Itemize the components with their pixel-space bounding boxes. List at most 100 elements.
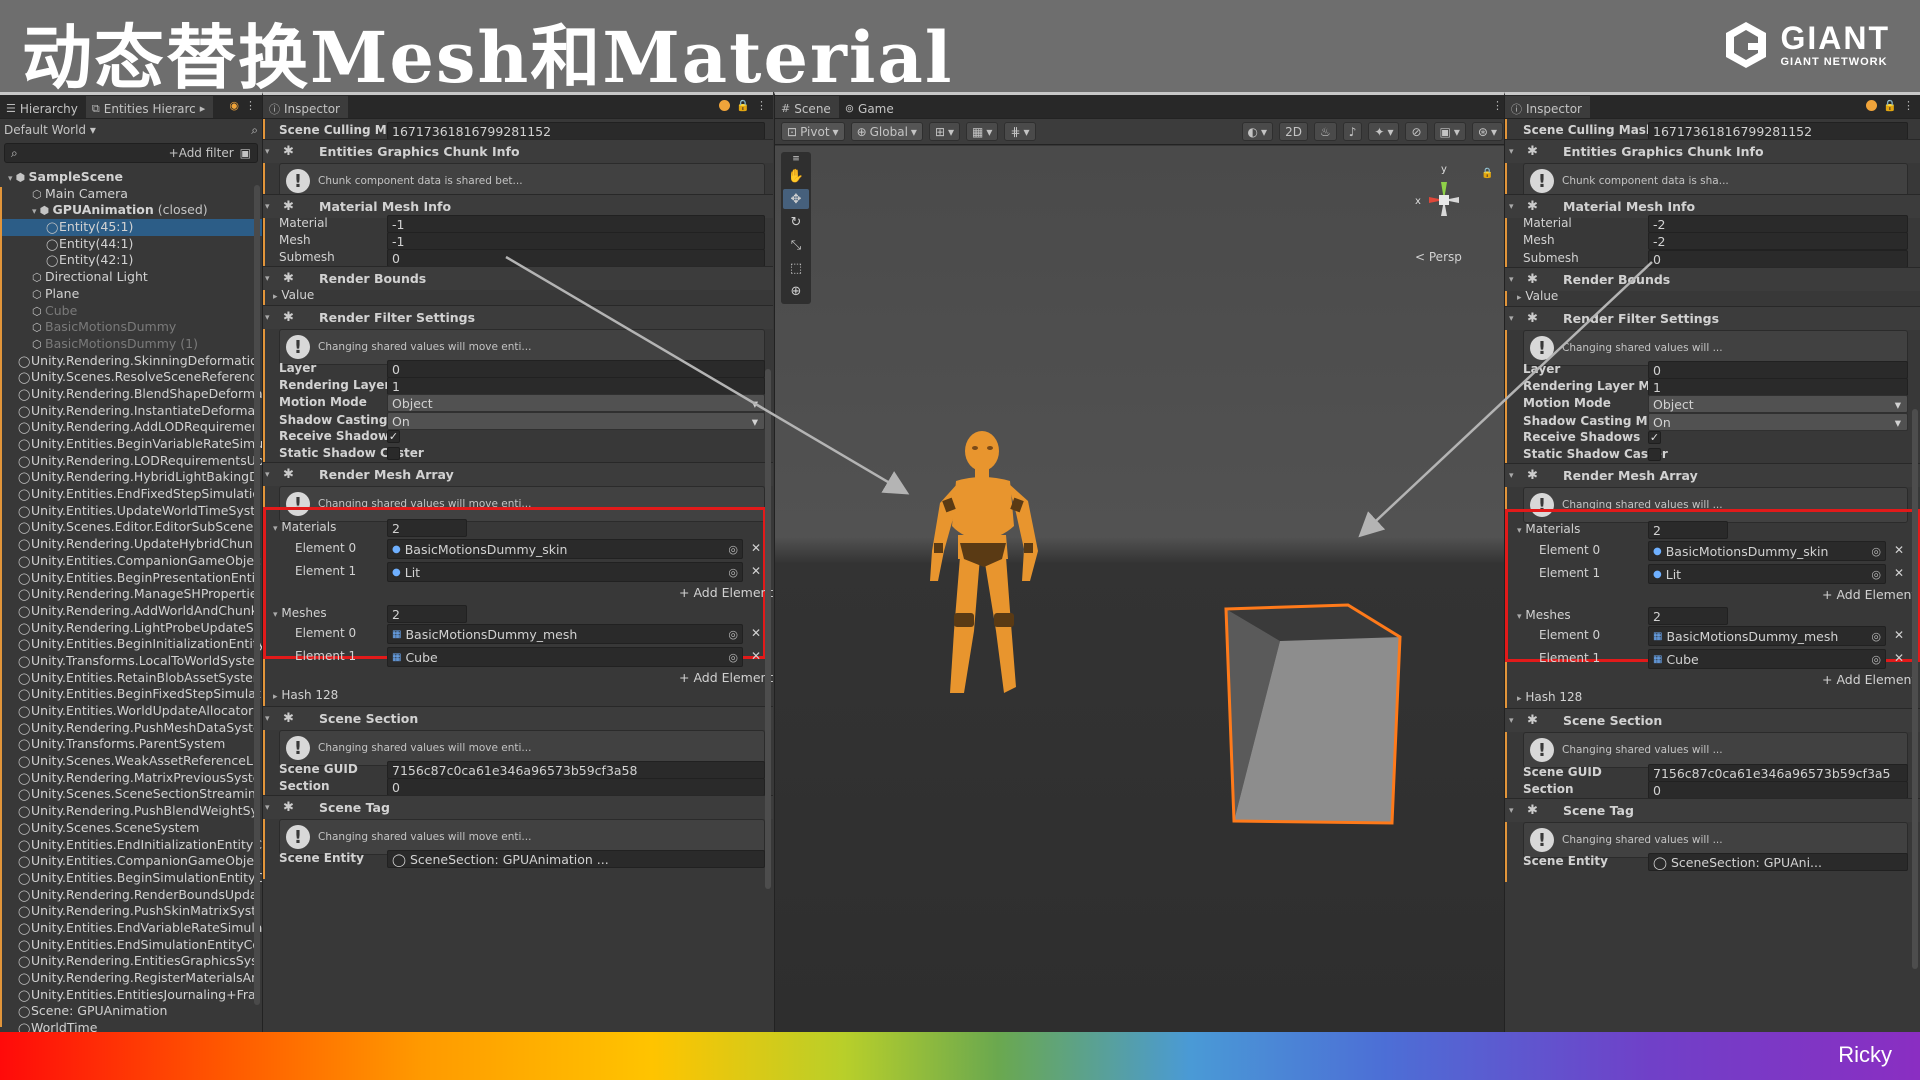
hierarchy-item[interactable]: ◯Unity.Rendering.HybridLightBakingD (0, 469, 262, 486)
hierarchy-item[interactable]: ◯Unity.Entities.CompanionGameObjec (0, 553, 262, 570)
hierarchy-item[interactable]: ◯Unity.Rendering.LODRequirementsUp (0, 453, 262, 470)
remove-element-icon[interactable]: ✕ (751, 626, 761, 640)
scene-section-section[interactable]: ▾ ✱ Scene Section (1505, 708, 1920, 732)
chunk-info-section[interactable]: ▾ ✱ Entities Graphics Chunk Info (263, 139, 773, 163)
audio-toggle[interactable]: ♪ (1342, 122, 1363, 141)
hierarchy-item[interactable]: ◯Unity.Entities.BeginFixedStepSimulat (0, 686, 262, 703)
hierarchy-item[interactable]: ◯Unity.Entities.CompanionGameObjec (0, 853, 262, 870)
expand-arrow-icon[interactable]: ▾ (32, 207, 37, 217)
hierarchy-item[interactable]: ◯Unity.Rendering.MatrixPreviousSyste (0, 770, 262, 787)
materials-foldout[interactable]: ▾ Materials (1517, 522, 1580, 536)
render-filter-section[interactable]: ▾ ✱ Render Filter Settings (1505, 306, 1920, 330)
tab-game[interactable]: ⊚ Game (839, 96, 902, 118)
inspector-scrollbar[interactable] (1912, 409, 1918, 969)
render-bounds-section[interactable]: ▾ ✱ Render Bounds (1505, 267, 1920, 291)
remove-element-icon[interactable]: ✕ (1894, 543, 1904, 557)
material-element-1-field[interactable]: ● Lit ◎ (1648, 564, 1886, 584)
material-element-0-field[interactable]: ● BasicMotionsDummy_skin ◎ (387, 539, 743, 559)
tab-hierarchy[interactable]: ☰ Hierarchy (0, 96, 86, 118)
hierarchy-item[interactable]: ◯Unity.Entities.BeginSimulationEntityC (0, 870, 262, 887)
remove-element-icon[interactable]: ✕ (751, 541, 761, 555)
hierarchy-item[interactable]: ◯Unity.Transforms.LocalToWorldSyste (0, 653, 262, 670)
render-filter-section[interactable]: ▾ ✱ Render Filter Settings (263, 305, 773, 329)
materials-count-field[interactable]: 2 (387, 519, 467, 537)
remove-element-icon[interactable]: ✕ (1894, 566, 1904, 580)
scale-tool-icon[interactable]: ⤡ (783, 235, 809, 255)
hierarchy-item[interactable]: ◯Unity.Rendering.RegisterMaterialsAn (0, 970, 262, 987)
mesh-field[interactable]: -2 (1648, 232, 1908, 250)
hierarchy-item[interactable]: ◯Unity.Entities.EntitiesJournaling+Frai (0, 987, 262, 1004)
hierarchy-item[interactable]: ◯Unity.Rendering.ManageSHPropertie (0, 586, 262, 603)
meshes-foldout[interactable]: ▾ Meshes (273, 606, 327, 620)
draw-mode-button[interactable]: ◐ ▾ (1241, 122, 1274, 141)
shadow-casting-mode-dropdown[interactable]: On ▾ (387, 412, 765, 430)
hierarchy-item[interactable]: ◯Unity.Rendering.AddWorldAndChunk (0, 603, 262, 620)
more-icon[interactable]: ⋮ (756, 99, 767, 112)
scene-viewport[interactable]: ≡ ✋ ✥ ↻ ⤡ ⬚ ⊕ y x 🔒 < Persp (775, 146, 1509, 1032)
lighting-toggle[interactable]: ♨ (1313, 122, 1337, 141)
expand-arrow-icon[interactable]: ▾ (1509, 806, 1514, 816)
lock-icon[interactable]: 🔒 (736, 99, 750, 112)
meshes-foldout[interactable]: ▾ Meshes (1517, 608, 1571, 622)
expand-arrow-icon[interactable]: ▾ (1509, 314, 1514, 324)
material-field[interactable]: -2 (1648, 215, 1908, 233)
expand-arrow-icon[interactable]: ▾ (265, 714, 270, 724)
material-element-0-field[interactable]: ● BasicMotionsDummy_skin ◎ (1648, 541, 1886, 561)
object-picker-icon[interactable]: ◎ (728, 628, 738, 641)
hierarchy-item[interactable]: ◯Unity.Entities.BeginVariableRateSimu (0, 436, 262, 453)
layer-field[interactable]: 0 (1648, 361, 1908, 379)
hierarchy-item[interactable]: ◯Unity.Rendering.PushSkinMatrixSyst (0, 903, 262, 920)
static-shadow-caster-checkbox[interactable] (387, 447, 400, 460)
hierarchy-item[interactable]: ◯Unity.Entities.EndVariableRateSimula (0, 920, 262, 937)
scene-culling-mask-field[interactable]: 16717361816799281152 (387, 122, 765, 140)
materials-count-field[interactable]: 2 (1648, 521, 1728, 539)
chevron-right-icon[interactable]: ▸ (200, 102, 206, 115)
orientation-gizmo[interactable]: y x 🔒 (1395, 154, 1495, 244)
scene-entity-field[interactable]: ◯ SceneSection: GPUAni... (1648, 853, 1908, 871)
scene-section-section[interactable]: ▾ ✱ Scene Section (263, 706, 773, 730)
materials-foldout[interactable]: ▾ Materials (273, 520, 336, 534)
hash-foldout[interactable]: ▸ Hash 128 (1517, 690, 1582, 704)
hierarchy-item[interactable]: ◯Entity(45:1) (0, 219, 262, 236)
rendering-layer-mask-field[interactable]: 1 (387, 377, 765, 395)
scene-guid-field[interactable]: 7156c87c0ca61e346a96573b59cf3a5 (1648, 764, 1908, 782)
hierarchy-item[interactable]: ◯Unity.Rendering.RenderBoundsUpda (0, 887, 262, 904)
hierarchy-item[interactable]: ◯Unity.Scenes.WeakAssetReferenceL (0, 753, 262, 770)
tab-entities-hierarchy[interactable]: ⧉ Entities Hierarc ▸ (85, 96, 214, 118)
hierarchy-item[interactable]: ◯Unity.Scenes.Editor.EditorSubScenel (0, 519, 262, 536)
remove-element-icon[interactable]: ✕ (1894, 628, 1904, 642)
expand-arrow-icon[interactable]: ▾ (1509, 202, 1514, 212)
receive-shadows-checkbox[interactable]: ✓ (387, 430, 400, 443)
increment-snap-button[interactable]: ⋕ ▾ (1004, 122, 1036, 141)
mesh-element-1-field[interactable]: ▦ Cube ◎ (1648, 649, 1886, 669)
hand-tool-icon[interactable]: ✋ (783, 166, 809, 186)
hierarchy-search-input[interactable]: ⌕ +Add filter ▣ (4, 143, 258, 163)
section-field[interactable]: 0 (1648, 781, 1908, 799)
more-icon[interactable]: ⋮ (1903, 99, 1914, 112)
hierarchy-item[interactable]: ◯Unity.Entities.WorldUpdateAllocatorF (0, 703, 262, 720)
add-mesh-element-button[interactable]: + Add Element (1822, 672, 1916, 687)
object-picker-icon[interactable]: ◎ (728, 566, 738, 579)
hierarchy-item[interactable]: ◯Unity.Entities.EndFixedStepSimulatio (0, 486, 262, 503)
add-material-element-button[interactable]: + Add Element (679, 585, 773, 600)
hierarchy-item[interactable]: ⬡ Plane (0, 286, 262, 303)
expand-arrow-icon[interactable]: ▾ (1509, 716, 1514, 726)
remove-element-icon[interactable]: ✕ (751, 649, 761, 663)
search-icon[interactable]: ⌕ (251, 123, 258, 138)
target-icon[interactable]: ◉ (229, 99, 239, 112)
hierarchy-item[interactable]: ⬡ BasicMotionsDummy (0, 319, 262, 336)
effects-dropdown[interactable]: ✦ ▾ (1368, 122, 1400, 141)
add-material-element-button[interactable]: + Add Element (1822, 587, 1916, 602)
tab-inspector[interactable]: ⓘ Inspector (263, 96, 348, 118)
object-picker-icon[interactable]: ◎ (1871, 545, 1881, 558)
tab-inspector[interactable]: ⓘ Inspector (1505, 96, 1590, 118)
hierarchy-item[interactable]: ◯Unity.Entities.RetainBlobAssetSyster (0, 670, 262, 687)
static-shadow-caster-checkbox[interactable] (1648, 448, 1661, 461)
hierarchy-item[interactable]: ◯WorldTime (0, 1020, 262, 1032)
scene-entity-field[interactable]: ◯ SceneSection: GPUAnimation ... (387, 850, 765, 868)
hierarchy-item[interactable]: ◯Unity.Entities.BeginInitializationEntit… (0, 636, 262, 653)
hierarchy-item[interactable]: ◯Unity.Scenes.SceneSystem (0, 820, 262, 837)
hierarchy-item[interactable]: ⬡ BasicMotionsDummy (1) (0, 336, 262, 353)
layer-field[interactable]: 0 (387, 360, 765, 378)
submesh-field[interactable]: 0 (387, 249, 765, 267)
